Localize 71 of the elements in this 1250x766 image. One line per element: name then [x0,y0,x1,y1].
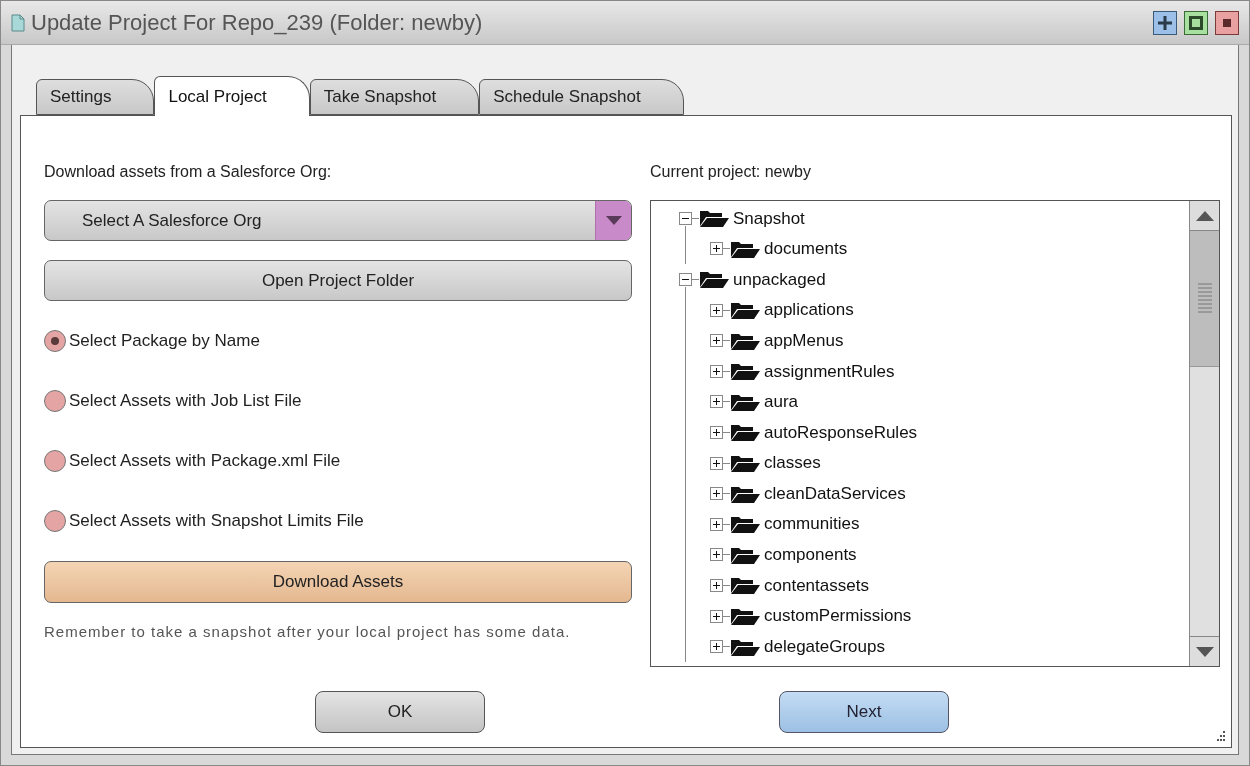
tree-item[interactable]: appMenus [764,327,844,354]
radio-button[interactable] [44,330,66,352]
folder-icon [699,208,729,229]
tree-item[interactable]: contentassets [764,572,869,599]
tree-item[interactable]: aura [764,389,799,415]
expand-icon[interactable] [710,364,723,378]
maximize-icon[interactable] [1184,10,1208,35]
tree-item[interactable]: classes [764,450,821,476]
document-icon [11,13,25,32]
expand-icon[interactable] [710,456,723,470]
expand-icon[interactable] [710,425,723,439]
tree-item[interactable]: delegateGroups [764,633,885,660]
open-project-folder-button[interactable]: Open Project Folder [44,260,632,301]
next-button[interactable]: Next [779,691,949,733]
resize-grip-icon[interactable] [1215,731,1225,741]
up-arrow-icon [1195,210,1214,221]
tree-item[interactable]: unpackaged [733,266,826,293]
tree-item[interactable]: cleanDataServices [764,480,906,507]
expand-icon[interactable] [710,334,723,348]
expand-icon[interactable] [710,548,723,562]
expand-icon[interactable] [710,395,723,409]
tree-item[interactable]: Snapshot [733,205,805,232]
dropdown-value: Select A Salesforce Org [81,209,262,232]
expand-icon[interactable] [710,242,723,256]
ok-button[interactable]: OK [315,691,485,733]
close-icon[interactable] [1215,10,1239,35]
tree-item[interactable]: applications [764,297,854,323]
expand-icon[interactable] [710,609,723,623]
radio-button[interactable] [44,510,66,532]
folder-icon [730,300,760,321]
folder-icon [730,606,760,626]
tree-item[interactable]: assignmentRules [764,358,895,384]
tree-item[interactable]: customPermissions [764,603,912,629]
radio-label: Select Assets with Package.xml File [69,450,341,472]
collapse-icon[interactable] [679,273,692,286]
tab[interactable]: Settings [36,79,155,115]
collapse-icon[interactable] [679,211,692,225]
down-arrow-icon [1195,646,1214,657]
grip-icon [1197,282,1212,315]
folder-icon [730,514,760,535]
tab[interactable]: Local Project [154,76,310,116]
tree-item[interactable]: components [764,542,857,568]
window-title: Update Project For Repo_239 (Folder: newby) [31,9,483,37]
expand-icon[interactable] [710,487,723,501]
tree-item[interactable]: communities [764,511,860,537]
dropdown-arrow-icon [605,215,622,226]
plus-button-icon[interactable] [1153,10,1177,35]
expand-icon[interactable] [710,303,723,317]
folder-icon [730,422,760,443]
radio-label: Select Assets with Job List File [69,390,302,412]
download-assets-button[interactable]: Download Assets [44,561,632,603]
radio-label: Select Package by Name [69,330,260,352]
tree-item[interactable]: autoResponseRules [764,419,918,446]
radio-label: Select Assets with Snapshot Limits File [69,510,364,532]
section-heading: Current project: newby [650,162,812,182]
hint-text: Remember to take a snapshot after your local project has some data. [44,622,572,642]
expand-icon[interactable] [710,640,723,654]
tab[interactable]: Take Snapshot [309,79,480,115]
scroll-thumb[interactable] [1190,231,1219,367]
tree-item[interactable]: documents [764,236,848,262]
expand-icon[interactable] [710,517,723,531]
tab[interactable]: Schedule Snapshot [479,79,684,115]
radio-button[interactable] [44,390,66,412]
folder-icon [699,269,729,290]
folder-icon [730,361,760,382]
folder-icon [730,453,760,474]
org-dropdown[interactable]: Select A Salesforce Org [44,200,632,241]
section-heading: Download assets from a Salesforce Org: [44,162,333,182]
radio-button[interactable] [44,450,66,472]
folder-icon [730,575,760,596]
expand-icon[interactable] [710,578,723,592]
